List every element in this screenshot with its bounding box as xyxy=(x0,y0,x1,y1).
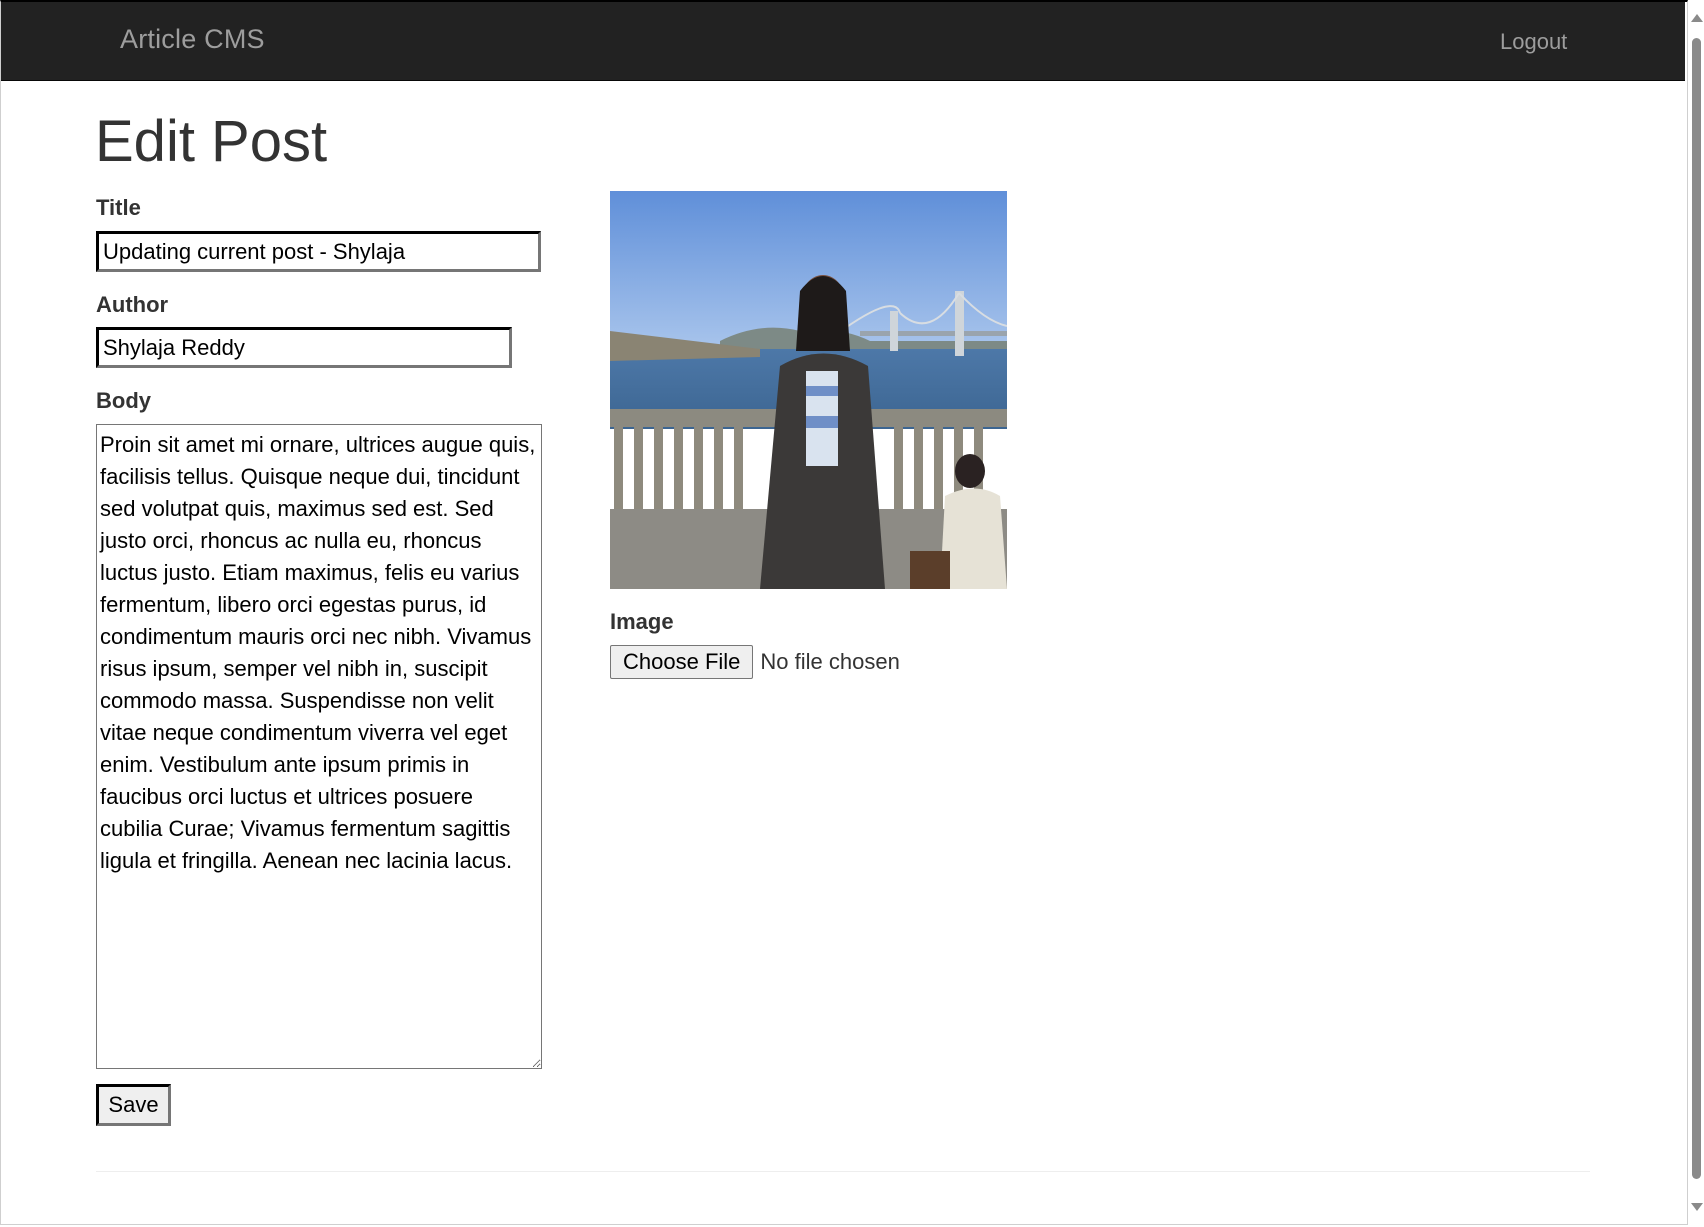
scroll-thumb[interactable] xyxy=(1692,38,1701,1179)
scroll-down-icon[interactable] xyxy=(1691,1203,1703,1211)
vertical-scrollbar[interactable] xyxy=(1688,0,1704,1227)
image-label: Image xyxy=(610,609,674,634)
choose-file-button[interactable]: Choose File xyxy=(610,645,754,679)
page-title: Edit Post xyxy=(95,109,328,174)
post-image-preview xyxy=(610,191,1007,589)
logout-link[interactable]: Logout xyxy=(1500,29,1567,55)
title-label: Title xyxy=(96,195,141,220)
image-file-input[interactable]: Choose File No file chosen xyxy=(610,645,900,679)
author-label: Author xyxy=(96,292,169,317)
title-input[interactable] xyxy=(96,231,541,272)
top-navbar: Article CMS Logout xyxy=(1,2,1685,81)
author-input[interactable] xyxy=(96,327,512,368)
body-textarea[interactable]: Proin sit amet mi ornare, ultrices augue… xyxy=(96,424,542,1069)
file-status-text: No file chosen xyxy=(760,649,900,674)
brand-link[interactable]: Article CMS xyxy=(120,24,265,55)
footer-divider xyxy=(96,1171,1590,1172)
scroll-up-icon[interactable] xyxy=(1691,14,1703,22)
save-button[interactable]: Save xyxy=(96,1084,171,1126)
body-label: Body xyxy=(96,388,151,413)
